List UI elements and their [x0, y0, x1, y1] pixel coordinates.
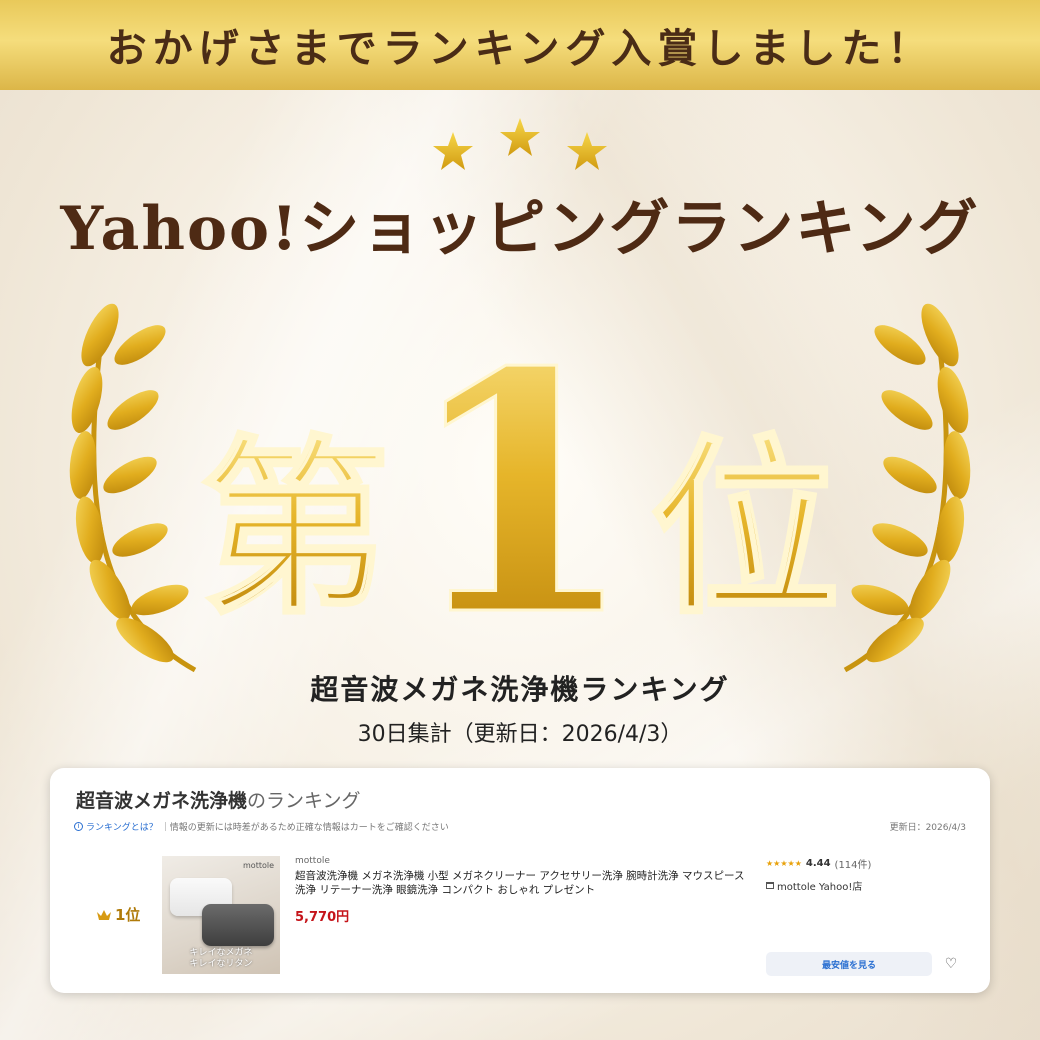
product-price: 5,770円	[295, 910, 350, 925]
card-title: 超音波メガネ洗浄機のランキング	[76, 786, 360, 813]
rating-score: 4.44	[805, 858, 831, 869]
card-title-bold: 超音波メガネ洗浄機	[76, 790, 248, 812]
note-text: ｜情報の更新には時差があるため正確な情報はカートをご確認ください	[160, 823, 449, 833]
rank-label: 1位	[115, 906, 141, 924]
product-image-brand: mottole	[243, 861, 274, 870]
top-banner: おかげさまでランキング入賞しました！	[0, 0, 1040, 90]
ranking-about-link[interactable]: ランキングとは？	[86, 820, 158, 833]
ranking-title: 超音波メガネ洗浄機ランキング	[310, 673, 730, 706]
shop-link[interactable]: mottole Yahoo!店	[766, 878, 862, 893]
heart-icon[interactable]: ♡	[942, 955, 960, 973]
ranking-card: 超音波メガネ洗浄機のランキング i ランキングとは？ ｜情報の更新には時差がある…	[50, 768, 990, 993]
ranking-period: 30日集計（更新日：2026/4/3）	[357, 722, 683, 747]
award-suffix: 位	[650, 417, 840, 640]
stars-group	[433, 118, 607, 170]
rating-stars: ★★★★★	[766, 859, 802, 868]
card-note: i ランキングとは？ ｜情報の更新には時差があるため正確な情報はカートをご確認く…	[74, 820, 449, 833]
product-title-link[interactable]: 超音波洗浄機 メガネ洗浄機 小型 メガネクリーナー アクセサリー洗浄 腕時計洗浄…	[295, 869, 745, 897]
updated-date: 更新日：2026/4/3	[889, 823, 966, 833]
card-title-thin: のランキング	[247, 790, 361, 812]
store-icon	[766, 882, 774, 889]
product-seller: mottole	[295, 856, 330, 866]
crown-icon	[97, 909, 111, 920]
rank-badge: 1位	[96, 904, 140, 925]
lowest-price-button[interactable]: 最安値を見る	[766, 952, 932, 976]
star-icon	[500, 118, 540, 156]
headline: Yahoo!ショッピングランキング	[60, 194, 980, 264]
product-image[interactable]: mottole キレイなメガネ キレイなリタン	[162, 856, 280, 974]
info-icon: i	[74, 822, 83, 831]
award-rank: 第 1 位	[198, 299, 841, 651]
award-prefix: 第	[200, 417, 390, 640]
product-image-caption-1: キレイなメガネ	[189, 948, 253, 958]
product-image-caption-2: キレイなリタン	[189, 959, 253, 969]
rating-count[interactable]: (114件)	[835, 856, 872, 871]
shop-name: mottole Yahoo!店	[777, 882, 863, 893]
product-rating: ★★★★★ 4.44 (114件)	[766, 856, 871, 871]
star-icon	[433, 132, 473, 170]
product-image-cleaner-gray	[202, 904, 274, 946]
banner-text: おかげさまでランキング入賞しました！	[106, 26, 934, 72]
award-number: 1	[405, 300, 635, 650]
star-icon	[567, 132, 607, 170]
